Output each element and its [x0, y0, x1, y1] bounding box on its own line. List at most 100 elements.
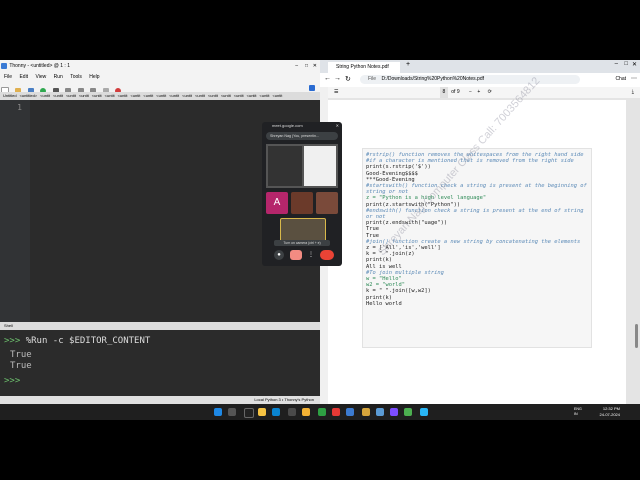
clock[interactable]: 12:32 PM 24-07-2024: [600, 406, 620, 418]
presenting-banner: Shreyan Nag (You, presentin...: [266, 132, 338, 140]
shared-screen-preview: [266, 144, 338, 188]
pdf-app-icon[interactable]: [362, 408, 370, 416]
close-icon[interactable]: ✕: [313, 60, 317, 72]
shell-tab[interactable]: Shell: [0, 322, 320, 330]
app-icon-purple[interactable]: [390, 408, 398, 416]
page-number-input[interactable]: 8: [439, 87, 448, 98]
new-tab-icon[interactable]: +: [406, 61, 410, 68]
menu-run[interactable]: Run: [54, 74, 63, 80]
editor-tab[interactable]: <untit: [118, 93, 128, 98]
shell-output-1: True: [10, 350, 32, 360]
refresh-icon[interactable]: ↻: [345, 75, 351, 83]
shell-prompt-current: >>>: [4, 376, 21, 386]
store-icon[interactable]: [288, 408, 296, 416]
participant-tile-3: [316, 192, 338, 214]
app-icon-green[interactable]: [318, 408, 326, 416]
line-gutter: 1: [0, 100, 30, 322]
participant-tile-2: [291, 192, 313, 214]
editor-tab[interactable]: <untit: [208, 93, 218, 98]
editor-tab[interactable]: <untit: [79, 93, 89, 98]
editor-tab[interactable]: <untit: [221, 93, 231, 98]
editor-tab[interactable]: <untit: [105, 93, 115, 98]
clock-date: 24-07-2024: [599, 412, 620, 417]
menu-help[interactable]: Help: [89, 74, 99, 80]
browser-close-icon[interactable]: ✕: [632, 61, 637, 68]
camera-tooltip: Turn on camera (ctrl + e): [274, 240, 330, 246]
browser-minimize-icon[interactable]: –: [615, 61, 618, 67]
meet-close-icon[interactable]: ✕: [336, 122, 339, 130]
task-view-icon[interactable]: [244, 408, 254, 418]
chat-button[interactable]: Chat: [615, 76, 626, 82]
zoom-in-icon[interactable]: +: [477, 89, 480, 95]
editor-tab[interactable]: <untit: [130, 93, 140, 98]
self-video-tile: [280, 218, 326, 242]
shell-panel[interactable]: >>> %Run -c $EDITOR_CONTENT True True >>…: [0, 330, 320, 396]
meet-popup: meet.google.com ✕ Shreyan Nag (You, pres…: [262, 122, 342, 266]
hang-up-button[interactable]: [320, 250, 334, 260]
editor-tab[interactable]: <untit: [260, 93, 270, 98]
editor-tab[interactable]: <untit: [234, 93, 244, 98]
editor-tab[interactable]: <untit: [66, 93, 76, 98]
language-indicator[interactable]: ENG IN: [574, 407, 582, 416]
app-icon-red[interactable]: [332, 408, 340, 416]
editor-tab[interactable]: <untit: [40, 93, 50, 98]
editor-tab[interactable]: <untit: [182, 93, 192, 98]
meet-host: meet.google.com: [272, 123, 303, 128]
mic-button[interactable]: ●: [274, 250, 284, 260]
browser-window: String Python Notes.pdf + – □ ✕ ← → ↻ Fi…: [320, 60, 640, 406]
maximize-icon[interactable]: □: [305, 60, 308, 72]
browser-tab-pdf[interactable]: String Python Notes.pdf: [328, 62, 400, 73]
editor-tab[interactable]: <untit: [195, 93, 205, 98]
editor-tab[interactable]: <untit: [247, 93, 257, 98]
editor-tab[interactable]: <untit: [53, 93, 63, 98]
address-bar[interactable]: File D:/Downloads/String%20Python%20Note…: [360, 75, 580, 84]
page-total: of 9: [451, 89, 460, 95]
start-icon[interactable]: [214, 408, 222, 416]
thonny-toolbar: [0, 82, 320, 95]
editor-tab[interactable]: <untit: [272, 93, 282, 98]
chrome-icon[interactable]: [302, 408, 310, 416]
download-icon[interactable]: ⤓: [632, 87, 634, 98]
file-label: File: [368, 76, 377, 82]
presenter-name: Shreyan Nag (You, presentin...: [270, 134, 320, 138]
pdf-viewport[interactable]: #rstrip() function removes the whitespac…: [328, 75, 640, 406]
pdf-scrollbar-thumb[interactable]: [635, 324, 638, 348]
menu-view[interactable]: View: [35, 74, 46, 80]
app-icon-blue[interactable]: [376, 408, 384, 416]
flag-icon: [309, 85, 315, 91]
menu-edit[interactable]: Edit: [19, 74, 28, 80]
editor-tab[interactable]: <untit: [92, 93, 102, 98]
meet-header: meet.google.com ✕: [262, 122, 342, 130]
pdf-menu-icon[interactable]: ☰: [334, 89, 338, 95]
menu-icon[interactable]: ⋯: [631, 75, 637, 82]
editor-tab[interactable]: <untit: [156, 93, 166, 98]
pdf-page: #rstrip() function removes the whitespac…: [328, 75, 626, 406]
interpreter-status[interactable]: Local Python 3 • Thonny's Python: [254, 397, 314, 402]
menu-tools[interactable]: Tools: [70, 74, 82, 80]
forward-icon[interactable]: →: [334, 75, 341, 82]
back-icon[interactable]: ←: [324, 75, 331, 82]
rotate-icon[interactable]: ⟳: [488, 89, 492, 95]
more-options-icon[interactable]: ⋮: [308, 250, 314, 260]
app-icon-green-2[interactable]: [404, 408, 412, 416]
editor-tab[interactable]: <untitled>: [20, 93, 38, 98]
shell-prompt: >>>: [4, 336, 21, 346]
editor-tab[interactable]: <untit: [169, 93, 179, 98]
thonny-logo-icon: [1, 62, 7, 69]
shell-output-2: True: [10, 361, 32, 371]
shell-tab-label: Shell: [4, 323, 13, 328]
editor-tab[interactable]: <untit: [143, 93, 153, 98]
thonny-taskbar-icon[interactable]: [346, 408, 354, 416]
browser-maximize-icon[interactable]: □: [624, 61, 628, 67]
edge-icon[interactable]: [272, 408, 280, 416]
line-number: 1: [17, 103, 22, 112]
camera-off-button[interactable]: [290, 250, 302, 260]
minimize-icon[interactable]: –: [295, 60, 298, 72]
app-icon-cyan[interactable]: [420, 408, 428, 416]
zoom-out-icon[interactable]: −: [469, 89, 472, 95]
file-explorer-icon[interactable]: [258, 408, 266, 416]
menu-file[interactable]: File: [4, 74, 12, 80]
editor-tab[interactable]: Untitled: [3, 93, 17, 98]
thonny-title: Thonny - <untitled> @ 1 : 1: [9, 63, 70, 69]
search-icon[interactable]: [228, 408, 236, 416]
